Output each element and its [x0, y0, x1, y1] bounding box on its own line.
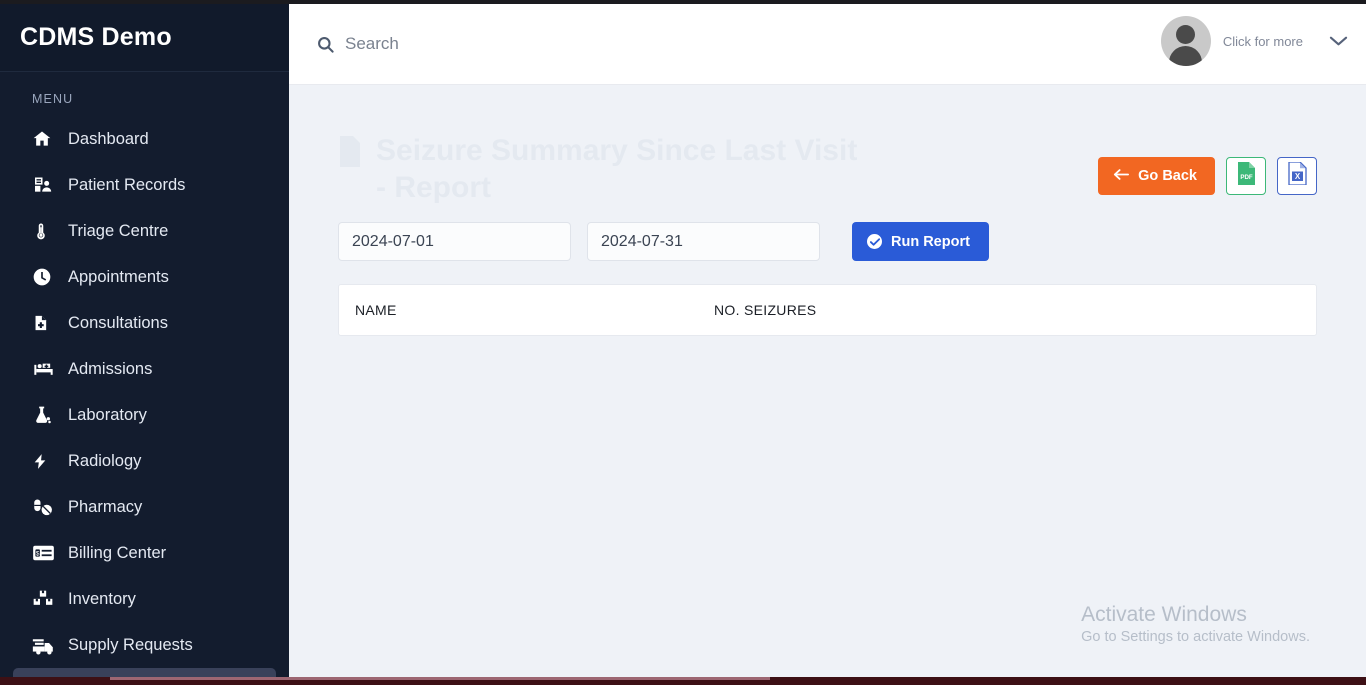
sidebar-item-pharmacy[interactable]: Pharmacy: [13, 484, 276, 530]
sidebar-item-billing-center[interactable]: $ Billing Center: [13, 530, 276, 576]
sidebar-item-label: Dashboard: [68, 129, 149, 148]
page-title: Seizure Summary Since Last Visit - Repor…: [338, 132, 858, 206]
excel-file-icon: X: [1287, 161, 1307, 190]
sidebar-item-label: Consultations: [68, 313, 168, 332]
sidebar-item-label: Triage Centre: [68, 221, 169, 240]
windows-activation-watermark: Activate Windows Go to Settings to activ…: [1081, 601, 1310, 645]
flask-icon: [32, 405, 58, 425]
clock-icon: [32, 267, 58, 287]
bolt-icon: [32, 451, 58, 472]
sidebar-item-dashboard[interactable]: Dashboard: [13, 116, 276, 162]
run-report-label: Run Report: [891, 233, 970, 250]
search-icon: [316, 35, 335, 54]
sidebar-section-label: MENU: [32, 92, 74, 106]
file-icon: [338, 136, 362, 176]
sidebar-nav: Dashboard Patient Records Triage Centre …: [0, 116, 289, 681]
pdf-file-icon: PDF: [1237, 162, 1256, 190]
topbar: Click for more: [289, 4, 1366, 85]
watermark-title: Activate Windows: [1081, 603, 1247, 626]
svg-text:X: X: [1294, 172, 1300, 181]
delivery-truck-icon: [32, 636, 58, 655]
sidebar-item-appointments[interactable]: Appointments: [13, 254, 276, 300]
sidebar: CDMS Demo MENU Dashboard Patient Records: [0, 4, 289, 681]
page-header: Seizure Summary Since Last Visit - Repor…: [289, 85, 1366, 206]
window-top-chrome: [0, 0, 1366, 4]
arrow-left-icon: [1113, 168, 1130, 185]
go-back-label: Go Back: [1138, 168, 1197, 184]
column-header-name[interactable]: NAME: [339, 285, 714, 335]
export-excel-button[interactable]: X: [1277, 157, 1317, 195]
user-menu-label: Click for more: [1222, 33, 1303, 49]
sidebar-item-consultations[interactable]: Consultations: [13, 300, 276, 346]
svg-text:$: $: [36, 550, 40, 557]
billing-card-icon: $: [32, 544, 58, 562]
hospital-bed-icon: [32, 359, 58, 379]
run-report-button[interactable]: Run Report: [852, 222, 989, 261]
sidebar-item-inventory[interactable]: Inventory: [13, 576, 276, 622]
table-header-row: NAME NO. SEIZURES: [339, 285, 1316, 335]
sidebar-item-triage-centre[interactable]: Triage Centre: [13, 208, 276, 254]
avatar-head: [1176, 25, 1196, 44]
watermark-subtitle: Go to Settings to activate Windows.: [1081, 629, 1310, 645]
page-actions: Go Back PDF X: [1098, 157, 1317, 195]
home-icon: [32, 129, 58, 149]
check-circle-icon: [867, 234, 882, 249]
sidebar-item-label: Laboratory: [68, 405, 147, 424]
export-pdf-button[interactable]: PDF: [1226, 157, 1266, 195]
sidebar-item-supply-requests[interactable]: Supply Requests: [13, 622, 276, 668]
sidebar-item-admissions[interactable]: Admissions: [13, 346, 276, 392]
file-medical-icon: [32, 313, 58, 333]
pills-icon: [32, 497, 58, 517]
app-root: CDMS Demo MENU Dashboard Patient Records: [0, 0, 1366, 685]
brand-logo[interactable]: CDMS Demo: [0, 4, 289, 72]
sidebar-item-label: Appointments: [68, 267, 169, 286]
search-box[interactable]: [316, 34, 665, 54]
end-date-input[interactable]: [587, 222, 820, 261]
report-filters: Run Report: [289, 206, 1366, 261]
main-content: Seizure Summary Since Last Visit - Repor…: [289, 85, 1366, 677]
chevron-down-icon[interactable]: [1329, 35, 1348, 47]
column-header-no-seizures[interactable]: NO. SEIZURES: [714, 285, 1316, 335]
sidebar-item-label: Radiology: [68, 451, 142, 470]
user-menu[interactable]: Click for more: [1160, 16, 1348, 66]
sidebar-item-laboratory[interactable]: Laboratory: [13, 392, 276, 438]
sidebar-item-patient-records[interactable]: Patient Records: [13, 162, 276, 208]
go-back-button[interactable]: Go Back: [1098, 157, 1215, 195]
sidebar-item-label: Pharmacy: [68, 497, 143, 516]
report-table-head: NAME NO. SEIZURES: [339, 285, 1316, 335]
sidebar-item-label: Patient Records: [68, 175, 186, 194]
page-title-text: Seizure Summary Since Last Visit - Repor…: [376, 134, 858, 204]
boxes-icon: [32, 589, 58, 609]
start-date-input[interactable]: [338, 222, 571, 261]
patient-records-icon: [32, 175, 58, 195]
sidebar-item-label: Supply Requests: [68, 635, 193, 654]
search-input[interactable]: [345, 34, 665, 54]
sidebar-item-label: Inventory: [68, 589, 136, 608]
brand-title: CDMS Demo: [20, 23, 172, 51]
report-table: NAME NO. SEIZURES: [339, 285, 1316, 335]
report-table-container: NAME NO. SEIZURES: [338, 284, 1317, 336]
thermometer-icon: [32, 221, 58, 241]
sidebar-item-label: Billing Center: [68, 543, 167, 562]
svg-text:PDF: PDF: [1240, 174, 1253, 181]
sidebar-item-label: Admissions: [68, 359, 153, 378]
avatar[interactable]: [1160, 16, 1211, 66]
sidebar-item-radiology[interactable]: Radiology: [13, 438, 276, 484]
window-bottom-accent: [110, 677, 770, 680]
avatar-body: [1169, 46, 1203, 66]
